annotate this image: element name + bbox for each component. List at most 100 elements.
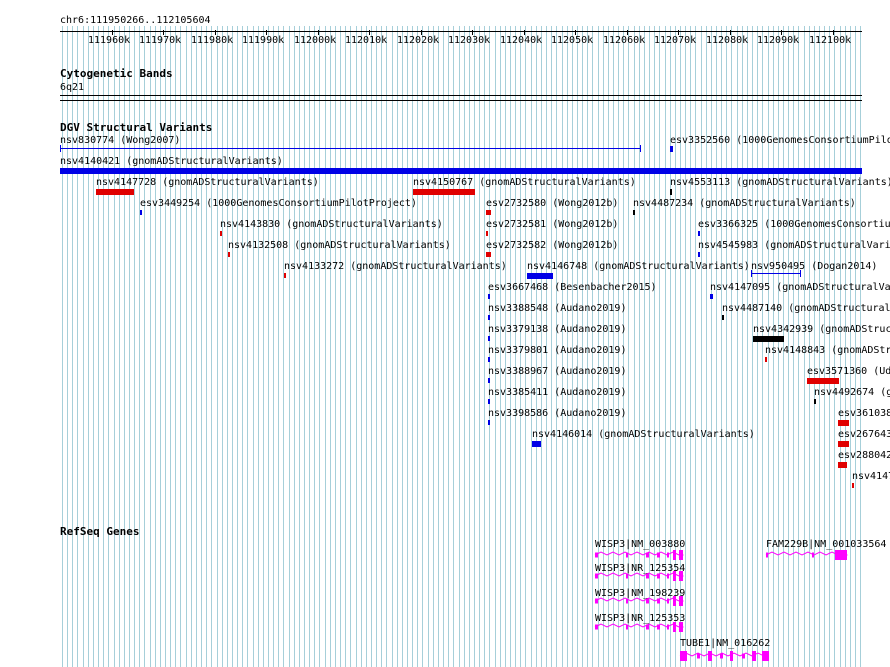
dgv-feature-label[interactable]: nsv3379138 (Audano2019) — [488, 324, 626, 335]
dgv-feature-label[interactable]: nsv3388548 (Audano2019) — [488, 303, 626, 314]
gene-exon — [595, 573, 598, 579]
dgv-feature-label[interactable]: nsv4147095 (gnomADStructuralVariants) — [710, 282, 890, 293]
dgv-feature-bar[interactable] — [532, 441, 541, 447]
gene-exon — [657, 624, 660, 630]
dgv-feature-bar[interactable] — [838, 462, 847, 468]
dgv-feature-bar[interactable] — [670, 146, 673, 152]
gene-exon — [657, 598, 660, 604]
gene-exon — [766, 552, 768, 558]
dgv-feature-bar[interactable] — [220, 231, 222, 236]
dgv-feature-label[interactable]: nsv950495 (Dogan2014) — [751, 261, 877, 272]
dgv-feature-label[interactable]: nsv4133272 (gnomADStructuralVariants) — [284, 261, 507, 272]
dgv-feature-label[interactable]: nsv3388967 (Audano2019) — [488, 366, 626, 377]
dgv-feature-label[interactable]: nsv4545983 (gnomADStructuralVariants) — [698, 240, 890, 251]
dgv-feature-label[interactable]: nsv3398586 (Audano2019) — [488, 408, 626, 419]
dgv-feature-label[interactable]: esv2732581 (Wong2012b) — [486, 219, 618, 230]
dgv-feature-label[interactable]: nsv4342939 (gnomADStructuralVariants) — [753, 324, 890, 335]
dgv-feature-bar[interactable] — [488, 294, 490, 299]
dgv-feature-bar[interactable] — [710, 294, 713, 299]
dgv-feature-label[interactable]: esv2732582 (Wong2012b) — [486, 240, 618, 251]
dgv-feature-label[interactable]: esv2732580 (Wong2012b) — [486, 198, 618, 209]
dgv-feature-label[interactable]: nsv4147728 (gnomADStructuralVariants) — [96, 177, 319, 188]
dgv-feature-bar[interactable] — [838, 441, 849, 447]
dgv-feature-bar[interactable] — [852, 483, 854, 488]
dgv-feature-label[interactable]: nsv3379801 (Audano2019) — [488, 345, 626, 356]
dgv-feature-label[interactable]: nsv4492674 (gnomADStructuralVariants) — [814, 387, 890, 398]
dgv-feature-label[interactable]: esv3610384 — [838, 408, 890, 419]
dgv-feature-label[interactable]: nsv4487234 (gnomADStructuralVariants) — [633, 198, 856, 209]
dgv-feature-bar[interactable] — [698, 252, 700, 257]
dgv-feature-label[interactable]: nsv4147 — [852, 471, 890, 482]
dgv-feature-label[interactable]: esv2676430 — [838, 429, 890, 440]
dgv-feature-bar[interactable] — [488, 399, 490, 404]
gene-exon — [680, 651, 687, 661]
dgv-feature-label[interactable]: nsv4148843 (gnomADStructuralVariants) — [765, 345, 890, 356]
dgv-feature-endcap — [640, 145, 641, 152]
gene-exon — [697, 653, 700, 659]
dgv-feature-bar[interactable] — [751, 273, 801, 274]
dgv-feature-bar[interactable] — [96, 189, 134, 195]
dgv-feature-label[interactable]: nsv4140421 (gnomADStructuralVariants) — [60, 156, 283, 167]
dgv-feature-label[interactable]: esv3352560 (1000GenomesConsortiumPilotPr… — [670, 135, 890, 146]
dgv-feature-bar[interactable] — [284, 273, 286, 278]
gene-label[interactable]: TUBE1|NM_016262 — [680, 638, 770, 649]
dgv-feature-bar[interactable] — [413, 189, 475, 195]
dgv-feature-label[interactable]: esv3667468 (Besenbacher2015) — [488, 282, 657, 293]
genome-browser-view: chr6:111950266..112105604 111960k 111970k… — [0, 0, 890, 667]
dgv-feature-bar[interactable] — [670, 189, 672, 195]
dgv-feature-bar[interactable] — [228, 252, 230, 257]
dgv-feature-bar[interactable] — [527, 273, 553, 279]
dgv-feature-label[interactable]: esv3571360 (Uddin2015) — [807, 366, 890, 377]
dgv-feature-label[interactable]: nsv3385411 (Audano2019) — [488, 387, 626, 398]
dgv-feature-label[interactable]: nsv4487140 (gnomADStructuralVariants) — [722, 303, 890, 314]
dgv-feature-bar[interactable] — [60, 168, 862, 174]
dgv-feature-label[interactable]: esv3366325 (1000GenomesConsortiumPilotPr… — [698, 219, 890, 230]
dgv-feature-bar[interactable] — [838, 420, 849, 426]
track-title-cytobands: Cytogenetic Bands — [60, 67, 173, 80]
gene-exon — [667, 573, 669, 579]
dgv-feature-label[interactable]: esv3449254 (1000GenomesConsortiumPilotPr… — [140, 198, 417, 209]
gene-label[interactable]: WISP3|NM_003880 — [595, 539, 685, 550]
gene-exon — [708, 651, 712, 661]
ruler-line — [60, 31, 862, 32]
gene-exon — [657, 552, 660, 558]
dgv-feature-bar[interactable] — [765, 357, 767, 362]
dgv-feature-bar[interactable] — [488, 357, 490, 362]
gene-label[interactable]: WISP3|NR_125354 — [595, 563, 685, 574]
dgv-feature-label[interactable]: nsv4150767 (gnomADStructuralVariants) — [413, 177, 636, 188]
dgv-feature-bar[interactable] — [814, 399, 816, 404]
ruler-tick-label: 112080k — [706, 35, 749, 46]
dgv-feature-bar[interactable] — [722, 315, 724, 320]
dgv-feature-bar[interactable] — [753, 336, 784, 342]
ruler-tick-label: 112000k — [294, 35, 337, 46]
dgv-feature-bar[interactable] — [486, 231, 488, 236]
dgv-feature-bar[interactable] — [633, 210, 635, 215]
dgv-feature-bar[interactable] — [698, 231, 700, 236]
ruler-tick-label: 112070k — [654, 35, 697, 46]
dgv-feature-bar[interactable] — [488, 336, 490, 341]
dgv-feature-bar[interactable] — [486, 210, 491, 215]
dgv-feature-label[interactable]: nsv4143830 (gnomADStructuralVariants) — [220, 219, 443, 230]
gene-exon — [667, 624, 669, 630]
dgv-feature-bar[interactable] — [60, 148, 641, 149]
dgv-feature-label[interactable]: nsv830774 (Wong2007) — [60, 135, 180, 146]
gene-label[interactable]: WISP3|NR_125353 — [595, 613, 685, 624]
dgv-feature-bar[interactable] — [488, 315, 490, 320]
gene-label[interactable]: FAM229B|NM_001033564 — [766, 539, 886, 550]
dgv-feature-bar[interactable] — [486, 252, 491, 257]
dgv-feature-bar[interactable] — [807, 378, 839, 384]
gene-strand-arrow — [678, 551, 684, 559]
dgv-feature-bar[interactable] — [488, 420, 490, 425]
dgv-feature-label[interactable]: nsv4553113 (gnomADStructuralVariants) — [670, 177, 890, 188]
dgv-feature-label[interactable]: nsv4146014 (gnomADStructuralVariants) — [532, 429, 755, 440]
gene-strand-arrow — [763, 652, 769, 660]
ruler-tick-label: 112030k — [448, 35, 491, 46]
gene-label[interactable]: WISP3|NM_198239 — [595, 588, 685, 599]
dgv-feature-bar[interactable] — [488, 378, 490, 383]
gene-exon — [812, 552, 814, 558]
dgv-feature-bar[interactable] — [140, 210, 142, 215]
dgv-feature-label[interactable]: nsv4132508 (gnomADStructuralVariants) — [228, 240, 451, 251]
dgv-feature-label[interactable]: esv2880429 — [838, 450, 890, 461]
track-divider — [60, 100, 862, 101]
dgv-feature-label[interactable]: nsv4146748 (gnomADStructuralVariants) — [527, 261, 750, 272]
